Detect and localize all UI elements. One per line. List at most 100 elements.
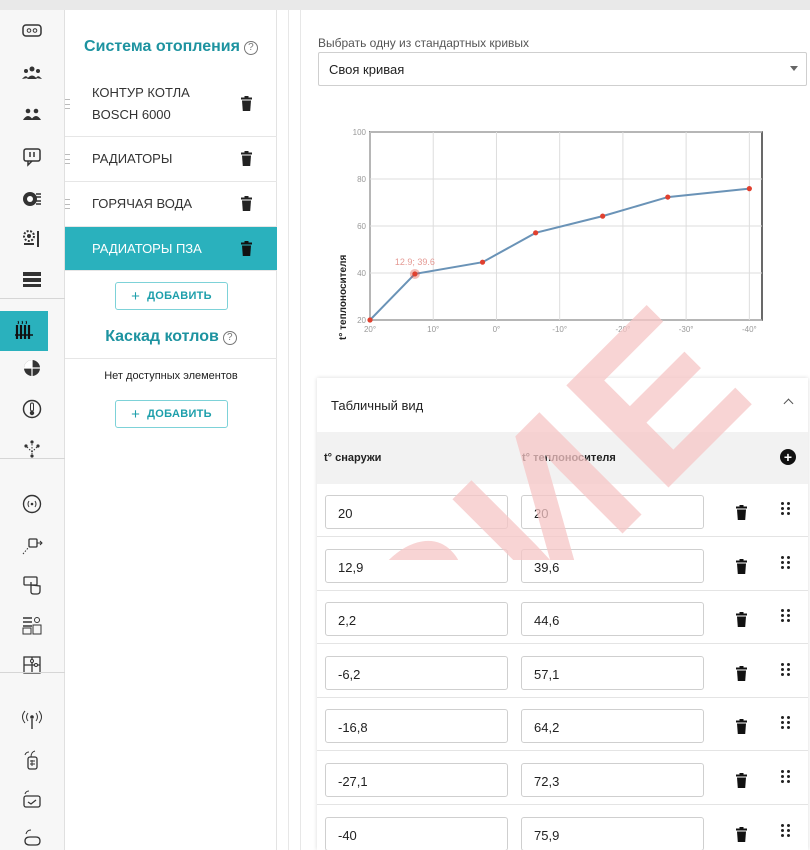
x-tick-label: -20° (616, 325, 631, 334)
add-label: ДОБАВИТЬ (147, 408, 212, 420)
trash-icon[interactable] (241, 196, 252, 211)
outside-temp-input[interactable]: -16,8 (325, 709, 508, 744)
counter-icon[interactable] (19, 18, 45, 44)
curve-select-value: Своя кривая (329, 62, 405, 77)
drag-handle-icon[interactable] (65, 99, 70, 109)
y-tick-label: 100 (353, 128, 367, 137)
heating-system-title: Система отопления? (65, 38, 277, 56)
trash-icon[interactable] (241, 240, 252, 256)
curve-point[interactable] (600, 213, 606, 219)
y-tick-label: 20 (357, 316, 366, 325)
outside-temp-input[interactable]: 12,9 (325, 548, 508, 583)
carrier-temp-input[interactable]: 20 (521, 495, 704, 529)
tree-item-label: ГОРЯЧАЯ ВОДА (92, 196, 193, 211)
add-heating-button[interactable]: + ДОБАВИТЬ (115, 282, 228, 310)
carrier-temp-input[interactable]: 44,6 (521, 602, 704, 637)
x-tick-label: -30° (679, 325, 694, 334)
drag-handle-icon[interactable] (781, 662, 791, 677)
carrier-temp-input[interactable]: 57,1 (521, 655, 704, 690)
chat-alert-icon[interactable] (19, 144, 45, 170)
chart-ylabel: t° теплоносителя (338, 255, 349, 340)
puzzle-icon[interactable] (19, 652, 45, 678)
table-row: -6,2 57,1 (317, 645, 808, 698)
tree-item-label: РАДИАТОРЫ (92, 151, 173, 166)
drag-handle-icon[interactable] (65, 154, 70, 164)
trash-icon[interactable] (736, 505, 747, 520)
trash-icon[interactable] (241, 96, 252, 111)
boiler-cascade-title: Каскад котлов? (65, 328, 277, 346)
curve-point[interactable] (665, 194, 671, 200)
tree-item-boiler-circuit[interactable]: КОНТУР КОТЛА BOSCH 6000 (65, 72, 277, 137)
outside-temp-input[interactable]: -40 (325, 816, 508, 850)
heating-curve-chart[interactable]: 20° 10° 0° -10° -20° -30° -40° 20 40 60 80 100 12.9… (330, 120, 770, 355)
carrier-temp-input[interactable]: 72,3 (521, 763, 704, 797)
trash-icon[interactable] (736, 719, 747, 735)
table-view-header[interactable]: Табличный вид (317, 378, 808, 432)
col-outside-temp: t° снаружи (324, 452, 382, 464)
outside-temp-input[interactable]: 20 (325, 495, 508, 529)
sensor-icon[interactable] (19, 532, 45, 558)
trash-icon[interactable] (736, 665, 747, 681)
thermometer-icon[interactable] (19, 396, 45, 422)
drag-handle-icon[interactable] (781, 555, 791, 570)
top-border (0, 0, 810, 10)
carrier-temp-input[interactable]: 39,6 (521, 548, 704, 583)
table-row: -27,1 72,3 (317, 752, 808, 805)
drag-handle-icon[interactable] (781, 716, 791, 730)
curve-point[interactable] (412, 271, 418, 277)
drag-handle-icon[interactable] (781, 823, 791, 838)
drag-handle-icon[interactable] (781, 609, 791, 623)
curve-point[interactable] (746, 186, 752, 192)
trash-icon[interactable] (736, 612, 747, 628)
outside-temp-input[interactable]: -6,2 (325, 655, 508, 690)
table-view-panel: Табличный вид t° снаружи t° теплоносител… (317, 378, 808, 850)
trash-icon[interactable] (736, 558, 747, 574)
carrier-temp-input[interactable]: 64,2 (521, 709, 704, 744)
help-icon[interactable]: ? (222, 331, 237, 345)
drag-handle-icon[interactable] (781, 502, 791, 516)
hand-icon[interactable] (19, 825, 45, 850)
tree-item-hot-water[interactable]: ГОРЯЧАЯ ВОДА (65, 182, 277, 227)
curve-select[interactable]: Своя кривая (318, 52, 807, 86)
chevron-up-icon[interactable] (783, 398, 794, 409)
curve-select-label: Выбрать одну из стандартных кривых (318, 36, 530, 50)
tree-item-radiators-pza[interactable]: РАДИАТОРЫ ПЗА (65, 227, 277, 271)
drag-handle-icon[interactable] (781, 770, 791, 784)
table-row: 2,2 44,6 (317, 591, 808, 645)
add-cascade-button[interactable]: + ДОБАВИТЬ (115, 400, 228, 428)
tree-panel: Система отопления? КОНТУР КОТЛА BOSCH 600… (65, 10, 277, 850)
cascade-title-text: Каскад котлов (105, 328, 219, 345)
tree-item-radiators[interactable]: РАДИАТОРЫ (65, 137, 277, 182)
y-tick-label: 60 (357, 222, 366, 231)
touch-icon[interactable] (19, 572, 45, 598)
table-header-row: t° снаружи t° теплоносителя + (317, 432, 808, 484)
trash-icon[interactable] (736, 826, 747, 842)
curve-point[interactable] (479, 259, 486, 265)
trash-icon[interactable] (736, 773, 747, 788)
curve-point[interactable] (367, 317, 373, 323)
burner-icon[interactable] (19, 186, 45, 212)
table-row: -16,8 64,2 (317, 698, 808, 752)
globe-icon[interactable] (19, 355, 45, 381)
curve-point[interactable] (533, 230, 539, 236)
antenna-icon[interactable] (19, 707, 45, 733)
outside-temp-input[interactable]: 2,2 (325, 602, 508, 637)
drag-handle-icon[interactable] (65, 199, 70, 209)
trash-icon[interactable] (241, 151, 252, 166)
help-icon[interactable]: ? (243, 41, 258, 55)
add-row-icon[interactable]: + (780, 449, 796, 465)
gear-settings-icon[interactable] (19, 226, 45, 252)
col-carrier-temp: t° теплоносителя (522, 452, 616, 464)
signal-icon[interactable] (19, 491, 45, 517)
remote-icon[interactable] (19, 787, 45, 813)
radiator-icon[interactable] (0, 311, 48, 351)
tree-item-label: КОНТУР КОТЛА BOSCH 6000 (92, 85, 190, 122)
users-icon[interactable] (19, 102, 45, 128)
users-group-icon[interactable] (19, 60, 45, 86)
server-icon[interactable] (19, 266, 45, 292)
outside-temp-input[interactable]: -27,1 (325, 763, 508, 797)
carrier-temp-input[interactable]: 75,9 (521, 816, 704, 850)
panel-icon[interactable] (19, 612, 45, 638)
tag-icon[interactable] (19, 747, 45, 773)
add-label: ДОБАВИТЬ (147, 290, 212, 302)
